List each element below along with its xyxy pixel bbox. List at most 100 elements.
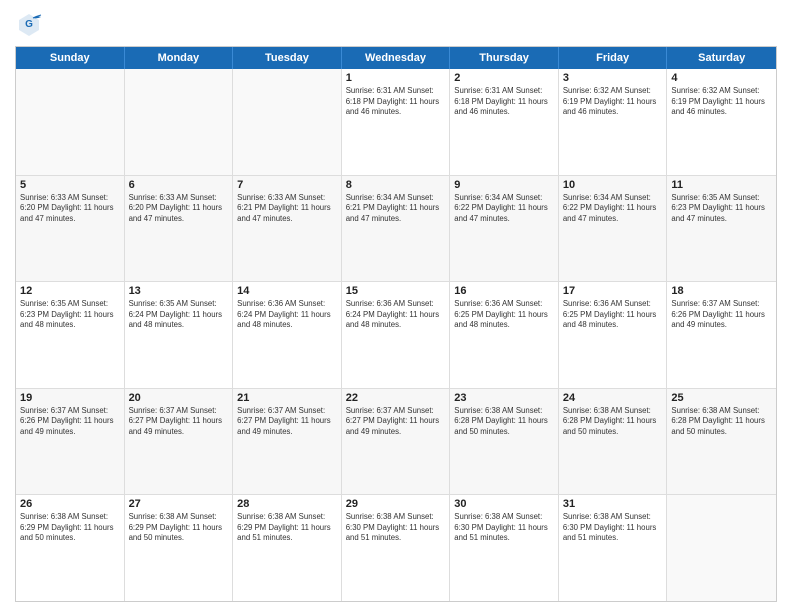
- day-number: 8: [346, 179, 446, 191]
- calendar-header: SundayMondayTuesdayWednesdayThursdayFrid…: [16, 47, 776, 69]
- calendar-row-0: 1 Sunrise: 6:31 AM Sunset: 6:18 PM Daylig…: [16, 69, 776, 175]
- day-number: 1: [346, 72, 446, 84]
- day-number: 4: [671, 72, 772, 84]
- day-cell-14: 14 Sunrise: 6:36 AM Sunset: 6:24 PM Dayli…: [233, 282, 342, 388]
- day-info: Sunrise: 6:34 AM Sunset: 6:22 PM Dayligh…: [454, 193, 554, 225]
- day-info: Sunrise: 6:35 AM Sunset: 6:24 PM Dayligh…: [129, 299, 229, 331]
- day-number: 14: [237, 285, 337, 297]
- calendar-row-1: 5Sunrise: 6:33 AM Sunset: 6:20 PM Daylig…: [16, 175, 776, 282]
- day-cell-5: 5Sunrise: 6:33 AM Sunset: 6:20 PM Daylig…: [16, 176, 125, 282]
- day-info: Sunrise: 6:38 AM Sunset: 6:30 PM Dayligh…: [346, 512, 446, 544]
- day-number: 6: [129, 179, 229, 191]
- day-info: Sunrise: 6:38 AM Sunset: 6:28 PM Dayligh…: [671, 406, 772, 438]
- day-number: 31: [563, 498, 663, 510]
- day-info: Sunrise: 6:37 AM Sunset: 6:26 PM Dayligh…: [20, 406, 120, 438]
- calendar-row-2: 12 Sunrise: 6:35 AM Sunset: 6:23 PM Dayli…: [16, 281, 776, 388]
- day-cell-8: 8 Sunrise: 6:34 AM Sunset: 6:21 PM Daylig…: [342, 176, 451, 282]
- day-info: Sunrise: 6:32 AM Sunset: 6:19 PM Dayligh…: [671, 86, 772, 118]
- day-number: 29: [346, 498, 446, 510]
- day-cell-18: 18 Sunrise: 6:37 AM Sunset: 6:26 PM Dayli…: [667, 282, 776, 388]
- day-number: 26: [20, 498, 120, 510]
- day-info: Sunrise: 6:36 AM Sunset: 6:24 PM Dayligh…: [237, 299, 337, 331]
- day-number: 15: [346, 285, 446, 297]
- day-cell-30: 30Sunrise: 6:38 AM Sunset: 6:30 PM Dayli…: [450, 495, 559, 601]
- day-cell-11: 11 Sunrise: 6:35 AM Sunset: 6:23 PM Dayli…: [667, 176, 776, 282]
- empty-cell: [233, 69, 342, 175]
- day-cell-23: 23Sunrise: 6:38 AM Sunset: 6:28 PM Dayli…: [450, 389, 559, 495]
- day-info: Sunrise: 6:36 AM Sunset: 6:25 PM Dayligh…: [563, 299, 663, 331]
- day-info: Sunrise: 6:36 AM Sunset: 6:25 PM Dayligh…: [454, 299, 554, 331]
- header: G: [15, 10, 777, 38]
- day-cell-20: 20Sunrise: 6:37 AM Sunset: 6:27 PM Dayli…: [125, 389, 234, 495]
- day-number: 27: [129, 498, 229, 510]
- day-cell-4: 4 Sunrise: 6:32 AM Sunset: 6:19 PM Daylig…: [667, 69, 776, 175]
- day-info: Sunrise: 6:35 AM Sunset: 6:23 PM Dayligh…: [20, 299, 120, 331]
- day-cell-13: 13 Sunrise: 6:35 AM Sunset: 6:24 PM Dayli…: [125, 282, 234, 388]
- page: G SundayMondayTuesdayWednesdayThursdayFr…: [0, 0, 792, 612]
- day-cell-3: 3Sunrise: 6:32 AM Sunset: 6:19 PM Daylig…: [559, 69, 668, 175]
- day-info: Sunrise: 6:35 AM Sunset: 6:23 PM Dayligh…: [671, 193, 772, 225]
- logo-icon: G: [15, 10, 43, 38]
- day-number: 2: [454, 72, 554, 84]
- day-cell-21: 21Sunrise: 6:37 AM Sunset: 6:27 PM Dayli…: [233, 389, 342, 495]
- day-number: 7: [237, 179, 337, 191]
- day-cell-15: 15 Sunrise: 6:36 AM Sunset: 6:24 PM Dayli…: [342, 282, 451, 388]
- weekday-header-sunday: Sunday: [16, 47, 125, 69]
- weekday-header-thursday: Thursday: [450, 47, 559, 69]
- day-cell-26: 26 Sunrise: 6:38 AM Sunset: 6:29 PM Dayli…: [16, 495, 125, 601]
- day-cell-6: 6Sunrise: 6:33 AM Sunset: 6:20 PM Daylig…: [125, 176, 234, 282]
- day-info: Sunrise: 6:38 AM Sunset: 6:29 PM Dayligh…: [129, 512, 229, 544]
- day-cell-28: 28 Sunrise: 6:38 AM Sunset: 6:29 PM Dayli…: [233, 495, 342, 601]
- day-info: Sunrise: 6:31 AM Sunset: 6:18 PM Dayligh…: [454, 86, 554, 118]
- weekday-header-wednesday: Wednesday: [342, 47, 451, 69]
- day-number: 23: [454, 392, 554, 404]
- day-info: Sunrise: 6:38 AM Sunset: 6:29 PM Dayligh…: [237, 512, 337, 544]
- day-number: 25: [671, 392, 772, 404]
- day-info: Sunrise: 6:34 AM Sunset: 6:21 PM Dayligh…: [346, 193, 446, 225]
- day-number: 11: [671, 179, 772, 191]
- day-info: Sunrise: 6:38 AM Sunset: 6:28 PM Dayligh…: [563, 406, 663, 438]
- empty-cell: [125, 69, 234, 175]
- weekday-header-friday: Friday: [559, 47, 668, 69]
- day-cell-31: 31 Sunrise: 6:38 AM Sunset: 6:30 PM Dayli…: [559, 495, 668, 601]
- day-info: Sunrise: 6:37 AM Sunset: 6:26 PM Dayligh…: [671, 299, 772, 331]
- calendar-row-3: 19 Sunrise: 6:37 AM Sunset: 6:26 PM Dayli…: [16, 388, 776, 495]
- empty-cell: [667, 495, 776, 601]
- weekday-header-tuesday: Tuesday: [233, 47, 342, 69]
- day-cell-1: 1Sunrise: 6:31 AM Sunset: 6:18 PM Daylig…: [342, 69, 451, 175]
- day-info: Sunrise: 6:33 AM Sunset: 6:21 PM Dayligh…: [237, 193, 337, 225]
- day-cell-22: 22Sunrise: 6:37 AM Sunset: 6:27 PM Dayli…: [342, 389, 451, 495]
- weekday-header-monday: Monday: [125, 47, 234, 69]
- day-number: 18: [671, 285, 772, 297]
- day-number: 13: [129, 285, 229, 297]
- day-info: Sunrise: 6:38 AM Sunset: 6:30 PM Dayligh…: [454, 512, 554, 544]
- day-cell-19: 19 Sunrise: 6:37 AM Sunset: 6:26 PM Dayli…: [16, 389, 125, 495]
- day-info: Sunrise: 6:38 AM Sunset: 6:30 PM Dayligh…: [563, 512, 663, 544]
- day-info: Sunrise: 6:34 AM Sunset: 6:22 PM Dayligh…: [563, 193, 663, 225]
- day-info: Sunrise: 6:37 AM Sunset: 6:27 PM Dayligh…: [129, 406, 229, 438]
- logo: G: [15, 10, 47, 38]
- day-cell-7: 7 Sunrise: 6:33 AM Sunset: 6:21 PM Daylig…: [233, 176, 342, 282]
- day-cell-16: 16 Sunrise: 6:36 AM Sunset: 6:25 PM Dayli…: [450, 282, 559, 388]
- day-cell-27: 27 Sunrise: 6:38 AM Sunset: 6:29 PM Dayli…: [125, 495, 234, 601]
- day-number: 16: [454, 285, 554, 297]
- day-info: Sunrise: 6:38 AM Sunset: 6:29 PM Dayligh…: [20, 512, 120, 544]
- calendar-body: 1 Sunrise: 6:31 AM Sunset: 6:18 PM Daylig…: [16, 69, 776, 601]
- day-number: 19: [20, 392, 120, 404]
- day-number: 28: [237, 498, 337, 510]
- day-number: 5: [20, 179, 120, 191]
- calendar-row-4: 26 Sunrise: 6:38 AM Sunset: 6:29 PM Dayli…: [16, 494, 776, 601]
- day-cell-2: 2 Sunrise: 6:31 AM Sunset: 6:18 PM Daylig…: [450, 69, 559, 175]
- day-number: 10: [563, 179, 663, 191]
- day-info: Sunrise: 6:36 AM Sunset: 6:24 PM Dayligh…: [346, 299, 446, 331]
- day-info: Sunrise: 6:37 AM Sunset: 6:27 PM Dayligh…: [237, 406, 337, 438]
- calendar: SundayMondayTuesdayWednesdayThursdayFrid…: [15, 46, 777, 602]
- day-cell-25: 25 Sunrise: 6:38 AM Sunset: 6:28 PM Dayli…: [667, 389, 776, 495]
- day-cell-29: 29 Sunrise: 6:38 AM Sunset: 6:30 PM Dayli…: [342, 495, 451, 601]
- day-cell-12: 12 Sunrise: 6:35 AM Sunset: 6:23 PM Dayli…: [16, 282, 125, 388]
- day-number: 3: [563, 72, 663, 84]
- day-info: Sunrise: 6:37 AM Sunset: 6:27 PM Dayligh…: [346, 406, 446, 438]
- day-cell-24: 24Sunrise: 6:38 AM Sunset: 6:28 PM Dayli…: [559, 389, 668, 495]
- day-number: 12: [20, 285, 120, 297]
- day-number: 9: [454, 179, 554, 191]
